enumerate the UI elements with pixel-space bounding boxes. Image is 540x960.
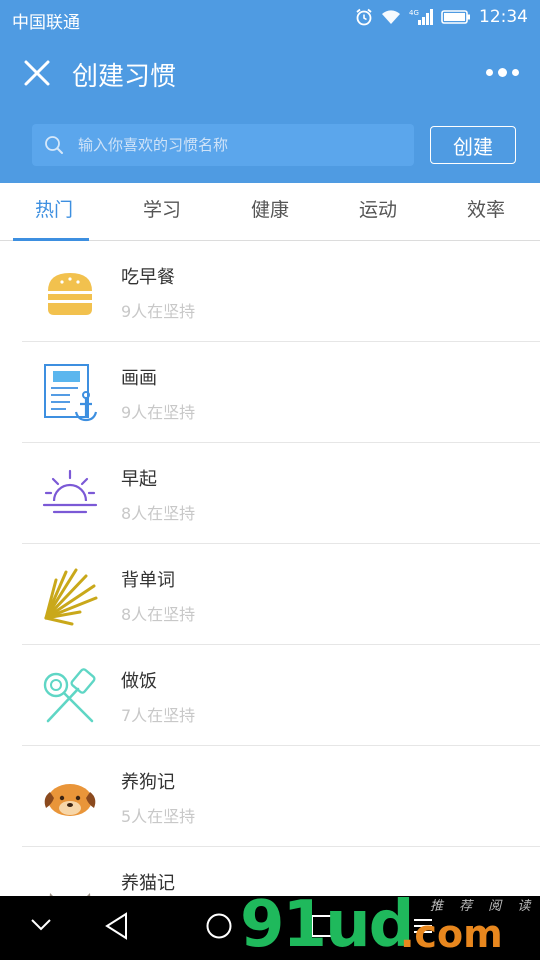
habit-count: 7人在坚持	[121, 706, 196, 725]
home-icon[interactable]	[205, 912, 233, 940]
list-item[interactable]: 背单词 8人在坚持	[0, 544, 540, 645]
burst-icon	[44, 568, 98, 626]
svg-text:4G: 4G	[409, 9, 419, 17]
list-item[interactable]: 养狗记 5人在坚持	[0, 746, 540, 847]
tab-efficiency[interactable]: 效率	[432, 183, 540, 241]
search-icon	[45, 136, 63, 154]
habit-count: 9人在坚持	[121, 302, 196, 321]
status-icons: 4G 12:34	[355, 7, 528, 27]
sunrise-icon	[42, 469, 98, 514]
burger-icon	[48, 273, 92, 315]
clock: 12:34	[479, 7, 528, 27]
list-item[interactable]: 早起 8人在坚持	[0, 443, 540, 544]
page-title: 创建习惯	[72, 62, 177, 92]
habit-name: 背单词	[121, 570, 175, 591]
drawing-board-icon	[44, 364, 98, 422]
status-bar: 中国联通 4G 12:34	[0, 0, 540, 38]
carrier-name: 中国联通	[12, 13, 80, 33]
wifi-icon	[382, 10, 400, 24]
habit-count: 9人在坚持	[121, 403, 196, 422]
battery-icon	[441, 10, 470, 24]
habit-name: 养狗记	[121, 772, 175, 793]
back-icon[interactable]	[104, 912, 130, 940]
dog-icon	[44, 784, 96, 816]
category-tabs: 热门 学习 健康 运动 效率	[0, 183, 540, 241]
signal-icon: 4G	[409, 9, 433, 25]
app-header: 创建习惯 创建	[0, 38, 540, 183]
habit-name: 画画	[121, 368, 157, 389]
watermark-domain: .com	[400, 912, 503, 956]
tab-health[interactable]: 健康	[216, 183, 324, 241]
list-item[interactable]: 画画 9人在坚持	[0, 342, 540, 443]
chevron-down-icon[interactable]	[30, 918, 52, 932]
habit-name: 做饭	[121, 671, 157, 692]
create-button[interactable]: 创建	[430, 126, 516, 164]
watermark-logo: 91ud	[240, 888, 414, 960]
habit-list: 吃早餐 9人在坚持 画画 9人在坚持 早起 8人在坚持 背单词 8人在坚持 做饭…	[0, 241, 540, 948]
list-item[interactable]: 吃早餐 9人在坚持	[0, 241, 540, 342]
habit-name: 吃早餐	[121, 267, 175, 288]
habit-count: 8人在坚持	[121, 504, 196, 523]
tab-study[interactable]: 学习	[108, 183, 216, 241]
list-item[interactable]: 做饭 7人在坚持	[0, 645, 540, 746]
cooking-utensils-icon	[43, 668, 96, 723]
close-icon[interactable]	[22, 58, 52, 88]
habit-name: 早起	[121, 469, 157, 490]
tab-popular[interactable]: 热门	[0, 183, 108, 241]
search-input[interactable]	[78, 124, 398, 166]
habit-count: 5人在坚持	[121, 807, 196, 826]
alarm-icon	[356, 8, 372, 26]
search-bar[interactable]	[32, 124, 414, 166]
watermark-caption: 推 荐 阅 读	[430, 899, 537, 914]
habit-name: 养猫记	[121, 873, 175, 894]
tab-sports[interactable]: 运动	[324, 183, 432, 241]
habit-count: 8人在坚持	[121, 605, 196, 624]
more-options-icon[interactable]	[486, 60, 519, 84]
